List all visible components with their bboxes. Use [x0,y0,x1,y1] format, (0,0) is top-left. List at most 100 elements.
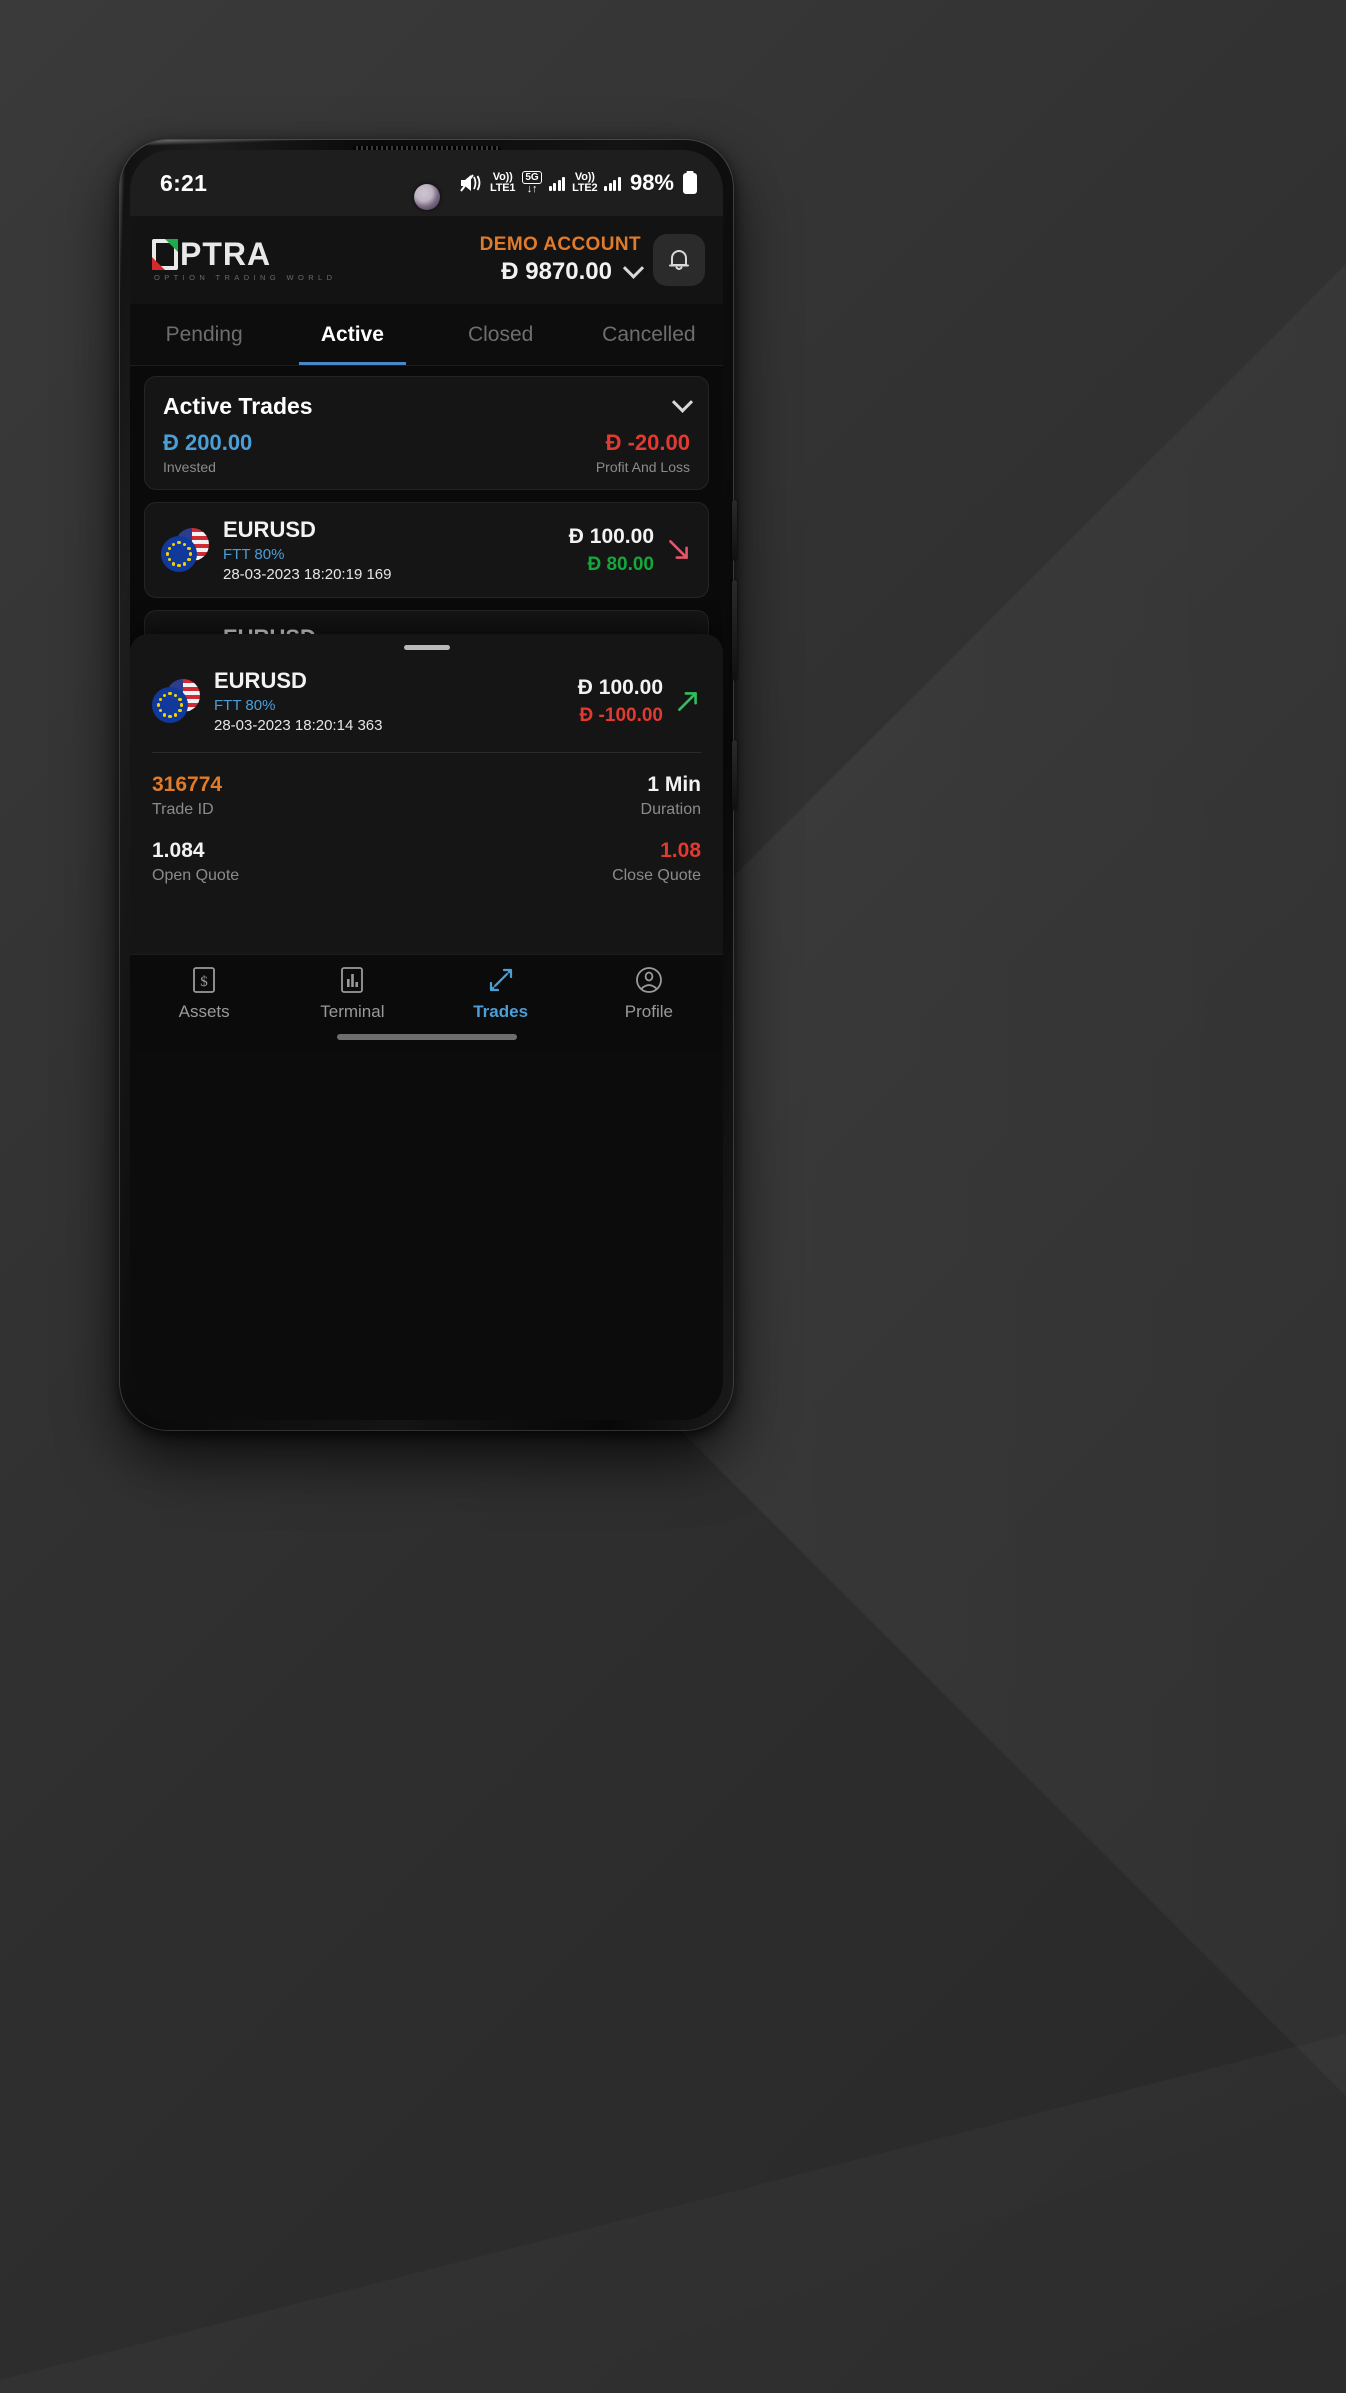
summary-chevron-down-icon[interactable] [671,391,694,413]
nav-label-terminal: Terminal [320,1002,385,1021]
trade-detail-sheet[interactable]: EURUSD FTT 80% 28-03-2023 18:20:14 363 Đ… [130,634,723,954]
bar-chart-box-icon [337,965,367,995]
bottom-navigation: $ Assets Terminal Trades Profile [130,954,723,1050]
svg-text:$: $ [200,974,208,990]
open-quote-value: 1.084 [152,839,205,862]
volte1-bottom: LTE1 [490,182,516,194]
eurusd-flag-icon [161,528,209,572]
duration-label: Duration [640,801,701,818]
trades-list-container[interactable]: Active Trades Đ 200.00 Invested Đ -20.00… [130,366,723,954]
nav-label-trades: Trades [473,1002,529,1021]
sheet-trade-timestamp: 28-03-2023 18:20:14 363 [214,717,383,734]
sheet-trade-amount: Đ 100.00 [577,675,663,699]
dollar-box-icon: $ [189,965,219,995]
trade-id-value: 316774 [152,773,223,796]
bell-icon [669,250,689,270]
duration-value: 1 Min [647,773,701,796]
trade-status-tabs: Pending Active Closed Cancelled [130,304,723,366]
front-camera-punch-hole [413,184,440,210]
summary-header: Active Trades [163,391,694,420]
person-circle-icon [634,965,664,995]
trade-timestamp: 28-03-2023 18:20:19 169 [223,566,392,583]
sheet-trade-payout: FTT 80% [214,697,276,714]
phone-device: 6:21 Vo)) LTE1 5G ↓↑ Vo)) LTE2 98% PTRA … [120,140,737,1430]
volte1-icon: Vo)) LTE1 [490,172,515,194]
sheet-trade-pnl: Đ -100.00 [579,704,663,726]
data-transfer-arrows-icon: ↓↑ [526,183,538,195]
active-trades-summary-card[interactable]: Active Trades Đ 200.00 Invested Đ -20.00… [144,376,709,490]
side-button-power[interactable] [732,740,737,810]
phone-screen: 6:21 Vo)) LTE1 5G ↓↑ Vo)) LTE2 98% PTRA … [130,150,723,1420]
mute-icon [459,173,483,193]
account-balance: Đ 9870.00 [501,258,612,285]
nav-item-terminal[interactable]: Terminal [278,965,426,1022]
tab-active[interactable]: Active [278,304,426,365]
eu-flag-icon [152,687,188,723]
battery-percent: 98% [629,170,674,195]
close-quote-value: 1.08 [660,839,701,862]
studio-backdrop: 6:21 Vo)) LTE1 5G ↓↑ Vo)) LTE2 98% PTRA … [0,0,1346,2393]
trade-amount: Đ 100.00 [568,524,654,548]
account-type-label: DEMO ACCOUNT [479,234,641,255]
detail-row-trade-id-duration: 316774 Trade ID 1 Min Duration [152,753,701,819]
open-quote-block: 1.084 Open Quote [152,839,239,885]
eu-flag-icon [161,536,197,572]
invested-block: Đ 200.00 Invested [163,430,252,475]
status-time: 6:21 [160,169,208,196]
status-icons-group: Vo)) LTE1 5G ↓↑ Vo)) LTE2 98% [459,170,697,196]
pnl-label: Profit And Loss [595,459,690,475]
summary-values: Đ 200.00 Invested Đ -20.00 Profit And Lo… [163,430,690,475]
trade-id-block: 316774 Trade ID [152,773,222,819]
home-indicator[interactable] [336,1034,517,1040]
trade-pnl: Đ 80.00 [587,553,654,575]
sheet-trade-info: EURUSD FTT 80% 28-03-2023 18:20:14 363 [214,668,564,734]
nav-item-assets[interactable]: $ Assets [130,965,278,1022]
invested-value: Đ 200.00 [163,430,253,455]
account-area: DEMO ACCOUNT Đ 9870.00 [480,234,705,286]
tab-pending[interactable]: Pending [130,304,278,365]
summary-title: Active Trades [163,393,313,419]
app-header: PTRA OPTION TRADING WORLD DEMO ACCOUNT Đ… [130,216,723,304]
battery-icon [683,172,697,194]
volte2-icon: Vo)) LTE2 [572,172,597,194]
brand-tagline: OPTION TRADING WORLD [154,272,337,282]
trade-id-label: Trade ID [152,801,214,818]
tab-cancelled[interactable]: Cancelled [575,304,723,365]
bidirectional-arrows-icon [486,965,516,995]
open-quote-label: Open Quote [152,867,240,884]
nav-label-profile: Profile [624,1002,673,1021]
brand-logo: PTRA OPTION TRADING WORLD [152,235,337,282]
arrow-down-right-icon [669,540,688,559]
nav-item-profile[interactable]: Profile [575,965,723,1022]
brand-name: PTRA [180,235,272,272]
side-button-volume-down[interactable] [732,580,737,680]
signal-bars-icon-2 [604,176,621,191]
detail-row-quotes: 1.084 Open Quote 1.08 Close Quote [152,819,701,885]
sheet-trade-header: EURUSD FTT 80% 28-03-2023 18:20:14 363 Đ… [152,650,701,753]
account-selector[interactable]: DEMO ACCOUNT Đ 9870.00 [479,234,645,286]
trade-payout: FTT 80% [223,546,285,563]
arrow-up-right-icon [678,692,697,711]
side-button-volume-up[interactable] [732,500,737,560]
volte2-bottom: LTE2 [572,182,598,194]
trade-symbol: EURUSD [223,517,316,542]
trade-info: EURUSD FTT 80% 28-03-2023 18:20:19 169 [223,517,555,583]
nav-label-assets: Assets [178,1002,230,1021]
notifications-button[interactable] [653,234,705,286]
table-row[interactable]: EURUSD FTT 80% 28-03-2023 18:20:19 169 Đ… [144,502,709,598]
chevron-down-icon[interactable] [622,257,645,279]
nav-item-trades[interactable]: Trades [427,965,575,1022]
pnl-value: Đ -20.00 [605,430,690,455]
backdrop-floor-wedge [0,2020,1346,2393]
invested-label: Invested [163,459,216,475]
pnl-block: Đ -20.00 Profit And Loss [596,430,690,475]
eurusd-flag-icon [152,679,200,723]
close-quote-label: Close Quote [612,867,701,884]
close-quote-block: 1.08 Close Quote [612,839,701,885]
sheet-trade-values: Đ 100.00 Đ -100.00 [578,676,701,727]
sheet-trade-symbol: EURUSD [214,668,307,693]
tab-closed[interactable]: Closed [427,304,575,365]
optra-o-icon [152,238,178,270]
duration-block: 1 Min Duration [641,773,701,819]
5g-icon: 5G ↓↑ [522,171,542,195]
